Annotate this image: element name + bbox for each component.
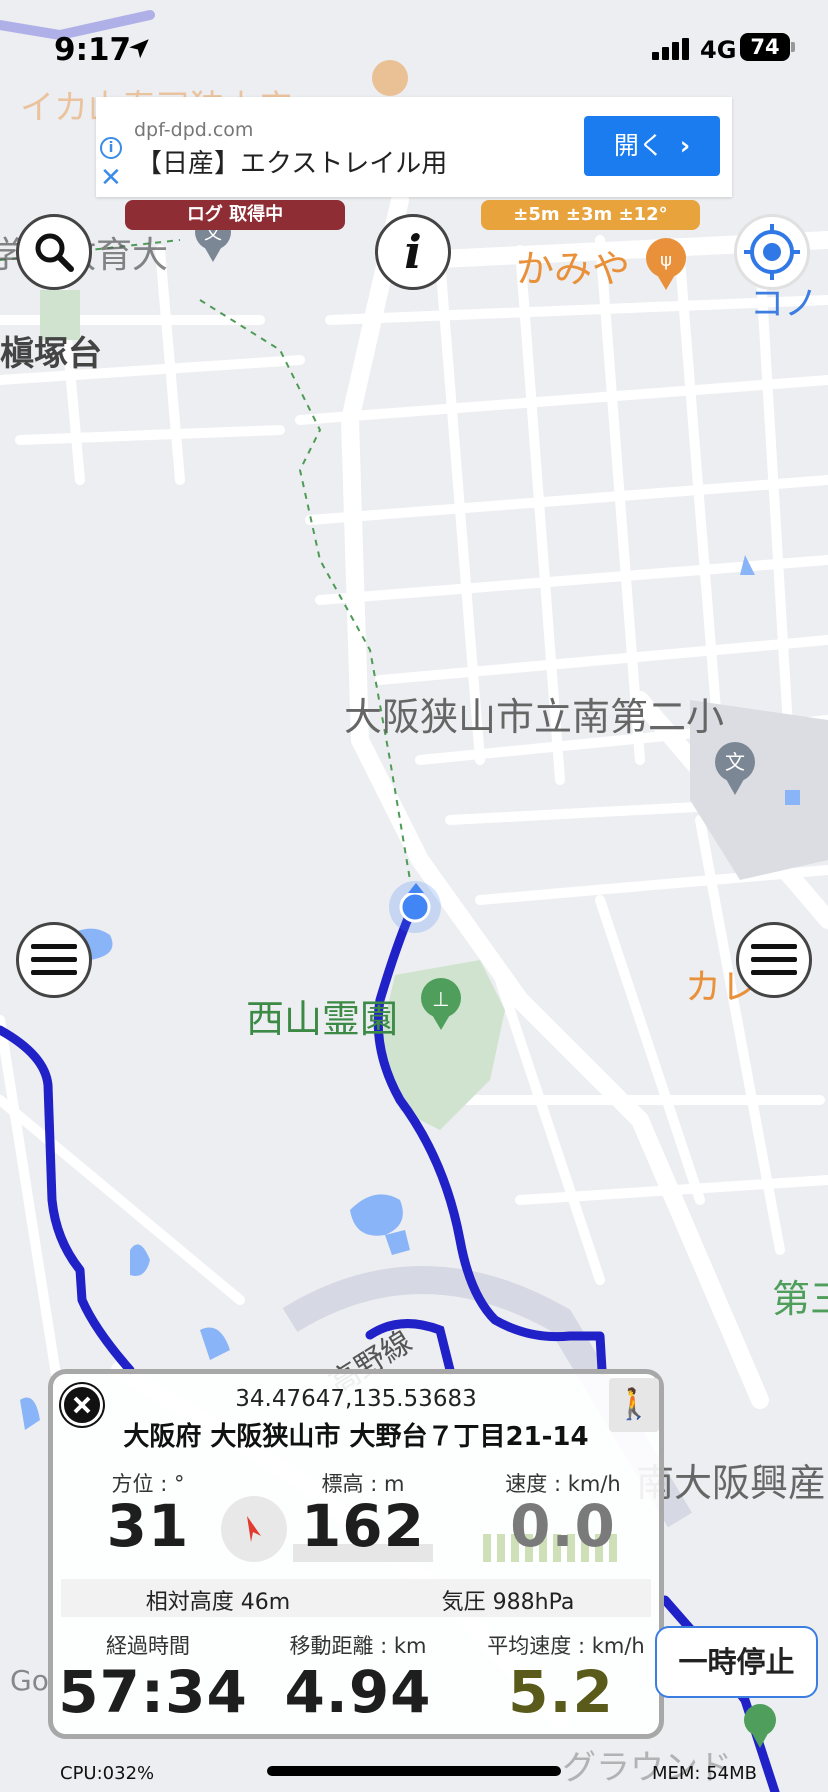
- home-indicator[interactable]: [267, 1766, 561, 1776]
- status-bar: 9:17 4G 74: [0, 0, 828, 100]
- cpu-usage: CPU:032%: [60, 1763, 155, 1784]
- coordinates: 34.47647,135.53683: [235, 1386, 477, 1412]
- elapsed-value: 57:34: [58, 1658, 248, 1726]
- elapsed-label: 経過時間: [106, 1634, 190, 1658]
- distance-label: 移動距離 : km: [289, 1634, 427, 1658]
- locate-icon: [744, 224, 800, 280]
- ad-title: 【日産】エクストレイル用: [136, 149, 448, 179]
- right-menu-button[interactable]: [736, 922, 812, 998]
- ad-domain: dpf-dpd.com: [134, 119, 254, 141]
- ad-open-button[interactable]: 開く ›: [584, 116, 720, 176]
- search-icon: [35, 233, 74, 272]
- map-label-reien: 西山霊園: [246, 997, 399, 1041]
- ad-close-icon[interactable]: ✕: [100, 165, 122, 191]
- tracking-info-panel: 🚶 34.47647,135.53683 大阪府 大阪狭山市 大野台７丁目21-…: [48, 1369, 664, 1739]
- svg-text:ψ: ψ: [660, 250, 672, 271]
- ad-open-label: 開く: [613, 131, 664, 160]
- location-arrow-icon: [129, 39, 149, 59]
- svg-text:i: i: [404, 226, 421, 278]
- search-button[interactable]: [16, 214, 92, 290]
- log-status-badge: ログ 取得中: [125, 200, 345, 230]
- info-button[interactable]: i: [375, 214, 451, 290]
- pressure: 気圧 988hPa: [441, 1590, 575, 1615]
- pause-button[interactable]: 一時停止: [655, 1626, 818, 1698]
- speed-value: 0.0: [510, 1492, 616, 1560]
- locate-button[interactable]: [734, 214, 810, 290]
- address: 大阪府 大阪狭山市 大野台７丁目21-14: [123, 1422, 589, 1452]
- map-label-school: 大阪狭山市立南第二小: [344, 695, 725, 739]
- heading-value: 31: [106, 1492, 190, 1560]
- status-time: 9:17: [54, 32, 132, 68]
- ad-banner[interactable]: i ✕ dpf-dpd.com 【日産】エクストレイル用 開く ›: [96, 97, 732, 197]
- elevation-value: 162: [300, 1492, 426, 1560]
- avg-speed-label: 平均速度 : km/h: [487, 1634, 645, 1658]
- info-icon: i: [404, 226, 421, 278]
- screen: 文 ⊥ ψ 文 イカ山寿司狭山店 学園教育大 槇塚台 かみや コノ 大阪狭山市立…: [0, 0, 828, 1792]
- chevron-right-icon: ›: [679, 131, 691, 160]
- battery-cap: [791, 42, 795, 52]
- signal-icon: [652, 38, 692, 60]
- ad-info-icon[interactable]: i: [100, 137, 122, 159]
- map-label-makitsukadai: 槇塚台: [0, 334, 102, 374]
- accuracy-badge: ±5m ±3m ±12°: [481, 200, 700, 230]
- menu-icon: [751, 944, 797, 975]
- battery-icon: 74: [740, 33, 790, 61]
- svg-text:文: 文: [725, 750, 745, 774]
- svg-text:⊥: ⊥: [432, 987, 449, 1011]
- map-label-dai3: 第三: [772, 1277, 828, 1321]
- map-label-kogyo: 南大阪興産: [636, 1461, 827, 1505]
- left-menu-button[interactable]: [16, 922, 92, 998]
- distance-value: 4.94: [284, 1658, 432, 1726]
- relative-altitude: 相対高度 46m: [145, 1590, 291, 1615]
- avg-speed-value: 5.2: [508, 1658, 614, 1726]
- network-type: 4G: [700, 36, 737, 64]
- menu-icon: [31, 944, 77, 975]
- google-logo: Go: [10, 1664, 49, 1697]
- memory-usage: MEM: 54MB: [652, 1763, 758, 1784]
- map-label-kamiya: かみや: [516, 247, 631, 291]
